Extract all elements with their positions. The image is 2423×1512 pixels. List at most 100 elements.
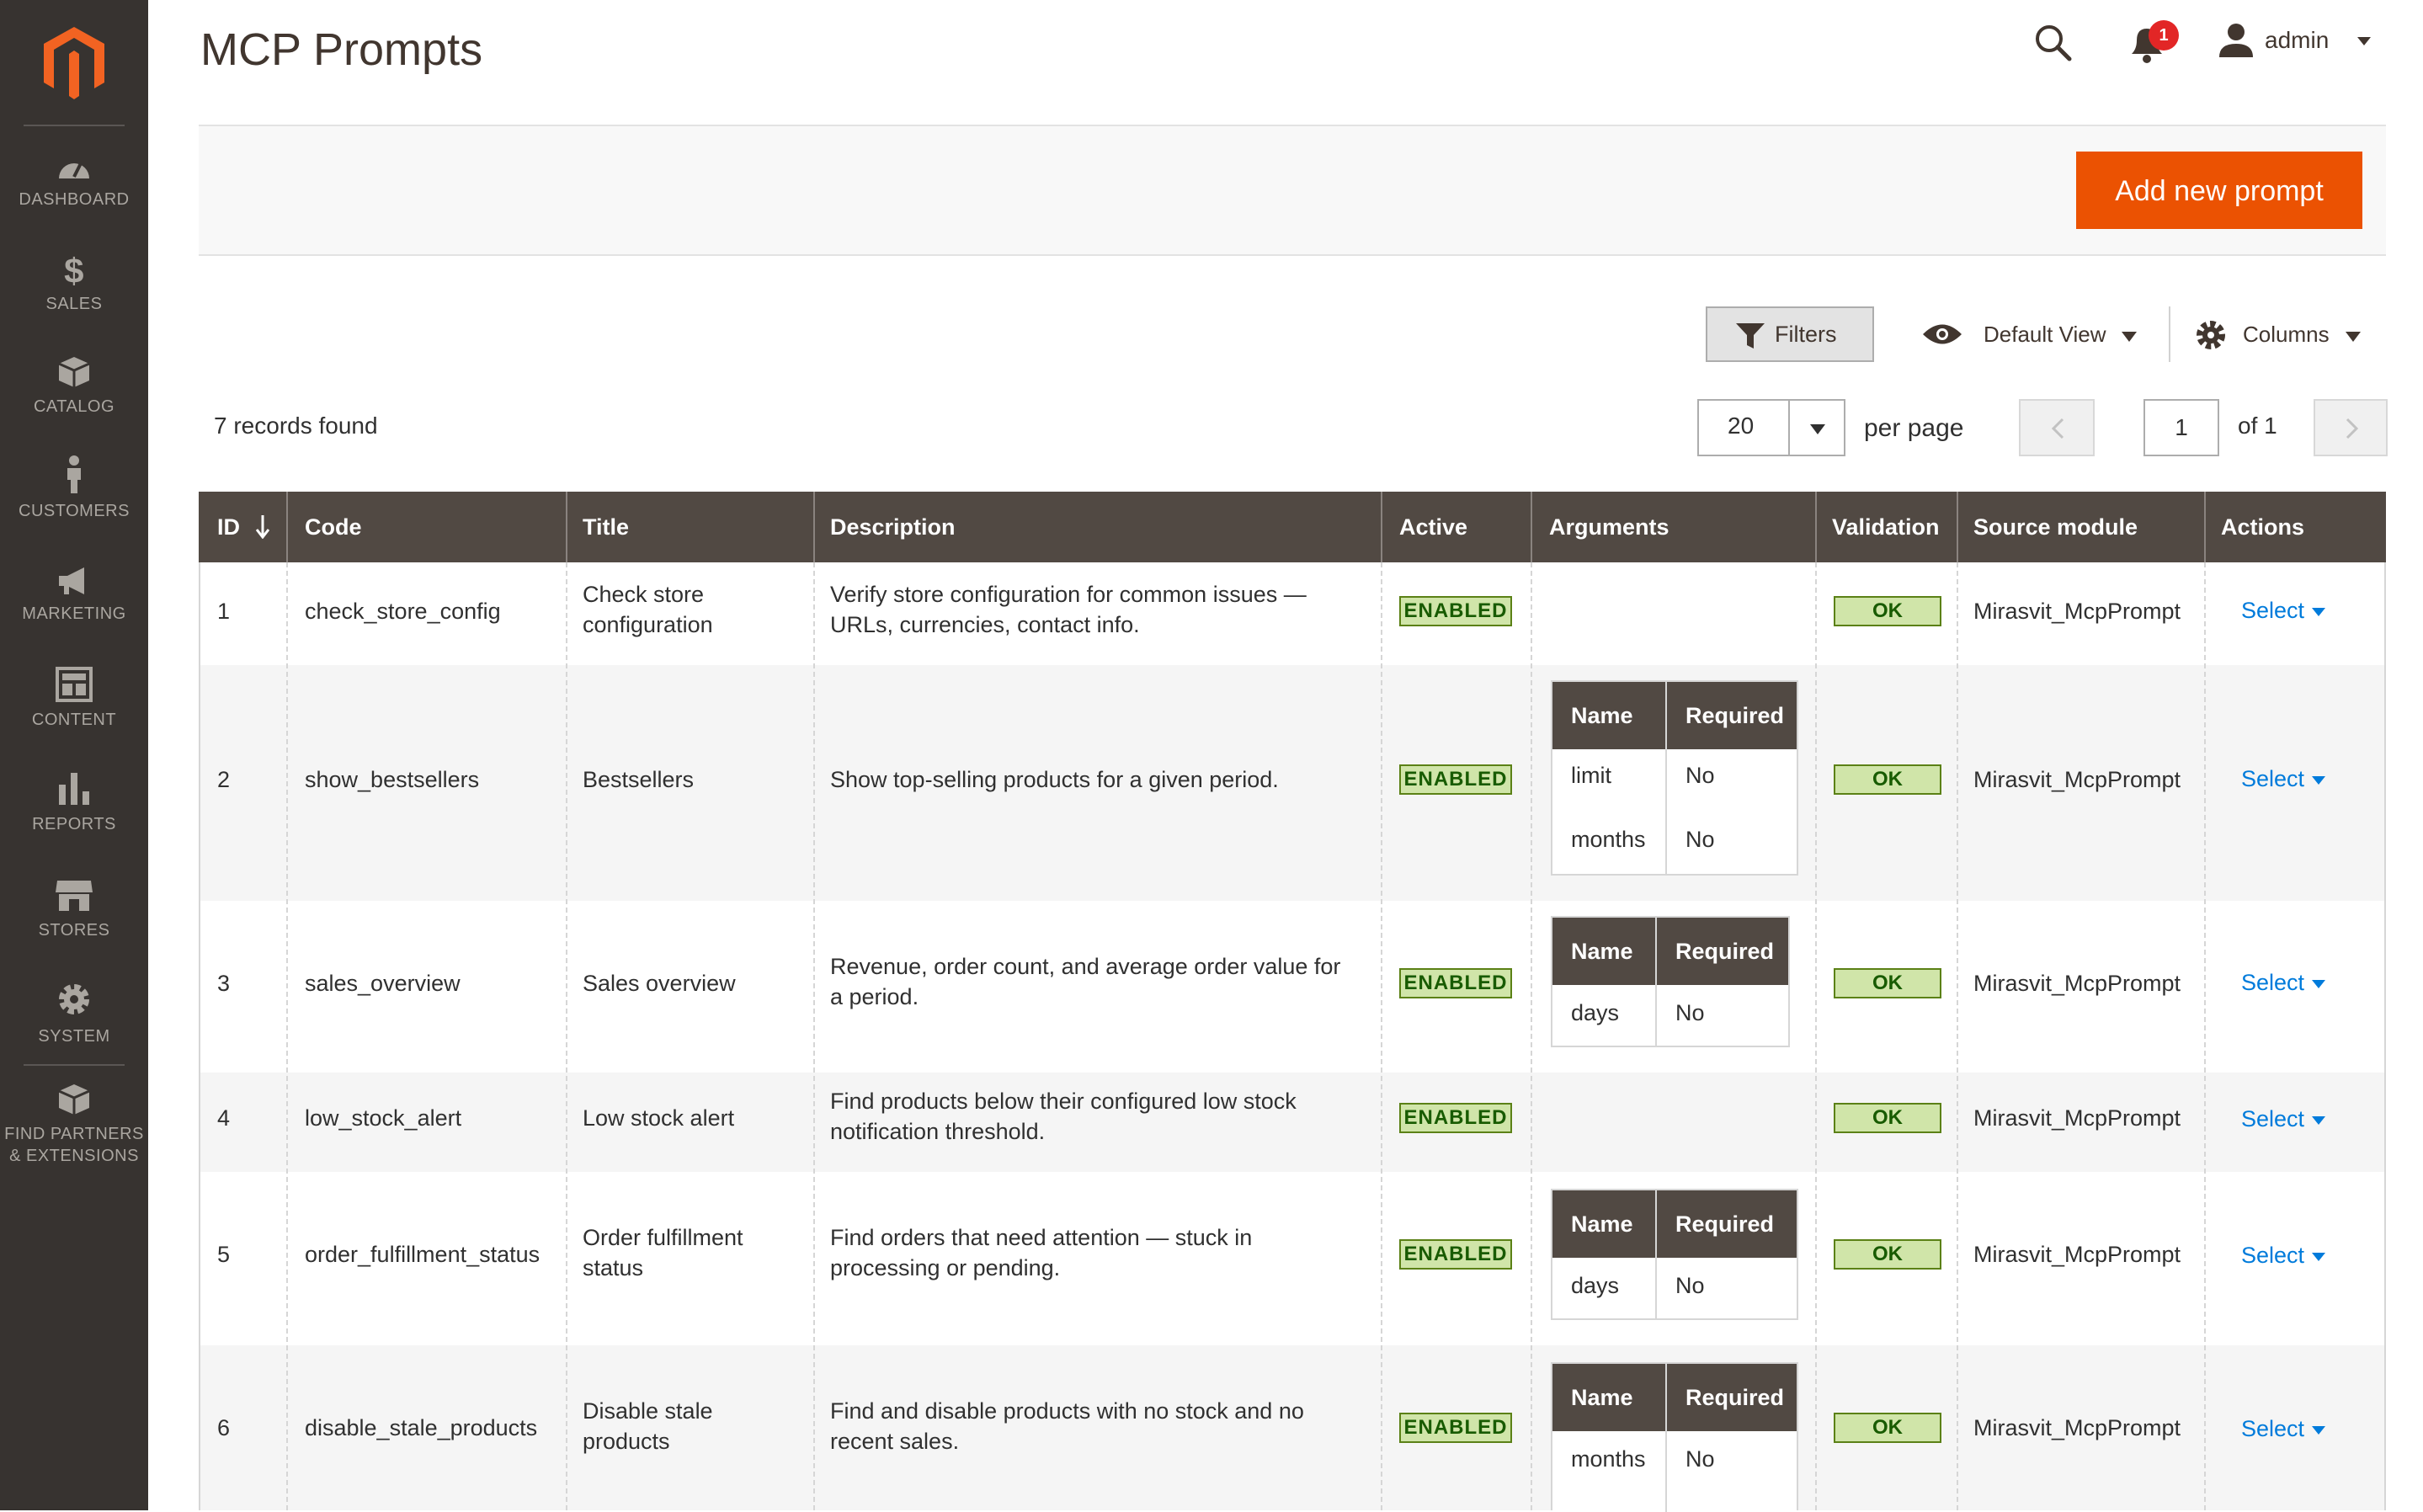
sidebar-item-label: SALES xyxy=(45,295,103,313)
cell-source-module: Mirasvit_McpPrompt xyxy=(1973,971,2181,996)
sidebar-item-label: & EXTENSIONS xyxy=(9,1147,139,1165)
arg-required: No xyxy=(1685,1446,1715,1472)
sidebar-item-customers[interactable]: CUSTOMERS xyxy=(0,455,148,522)
validation-badge: OK xyxy=(1834,968,1941,998)
gear-icon xyxy=(59,984,89,1014)
sidebar-item-stores[interactable]: STORES xyxy=(0,879,148,941)
per-page-value: 20 xyxy=(1728,413,1755,439)
arg-required: No xyxy=(1685,827,1715,852)
validation-badge: OK xyxy=(1834,1239,1941,1270)
row-action-select[interactable]: Select xyxy=(2241,1243,2304,1269)
column-header-description[interactable]: Description xyxy=(830,492,956,562)
search-icon[interactable] xyxy=(2032,22,2073,62)
page-total: of 1 xyxy=(2238,413,2277,439)
cell-title: Bestsellers xyxy=(583,767,695,792)
chevron-down-icon[interactable] xyxy=(2346,332,2361,342)
header-divider xyxy=(286,492,288,562)
magento-logo-icon[interactable] xyxy=(40,25,108,101)
header-divider xyxy=(566,492,567,562)
header-divider xyxy=(813,492,815,562)
arg-required: No xyxy=(1675,1273,1705,1298)
cell-code: check_store_config xyxy=(305,599,501,624)
cell-source-module: Mirasvit_McpPrompt xyxy=(1973,767,2181,792)
arg-column-divider xyxy=(1655,918,1657,1046)
cell-description: notification threshold. xyxy=(830,1119,1046,1144)
chevron-down-icon[interactable] xyxy=(2312,608,2325,616)
cell-title: Order fulfillment xyxy=(583,1225,743,1250)
default-view-dropdown[interactable]: Default View xyxy=(1984,322,2106,348)
notification-count-badge: 1 xyxy=(2149,20,2179,51)
arg-header-required: Required xyxy=(1685,703,1785,728)
add-new-prompt-button[interactable]: Add new prompt xyxy=(2076,152,2362,229)
grid-border xyxy=(199,562,200,1510)
filters-label: Filters xyxy=(1775,322,1837,347)
column-header-active[interactable]: Active xyxy=(1399,492,1467,562)
validation-badge: OK xyxy=(1834,596,1941,626)
cell-description: Show top-selling products for a given pe… xyxy=(830,767,1279,792)
sort-arrow-down-icon[interactable] xyxy=(256,515,269,539)
previous-page-button[interactable] xyxy=(2019,399,2095,456)
cell-description: Find orders that need attention — stuck … xyxy=(830,1225,1253,1250)
user-menu-name[interactable]: admin xyxy=(2265,27,2329,54)
sidebar-divider xyxy=(24,125,125,126)
cell-source-module: Mirasvit_McpPrompt xyxy=(1973,1242,2181,1267)
sidebar-item-system[interactable]: SYSTEM xyxy=(0,980,148,1047)
column-divider xyxy=(2204,562,2206,1510)
validation-badge: OK xyxy=(1834,764,1941,795)
admin-sidebar: DASHBOARD $ SALES CATALOG CUSTOMERS MARK… xyxy=(0,0,148,1510)
column-header-code[interactable]: Code xyxy=(305,492,362,562)
row-action-select[interactable]: Select xyxy=(2241,1416,2304,1442)
sidebar-item-dashboard[interactable]: DASHBOARD xyxy=(0,152,148,210)
chevron-down-icon[interactable] xyxy=(2312,1116,2325,1125)
chevron-down-icon[interactable] xyxy=(2122,332,2137,342)
status-badge: ENABLED xyxy=(1399,1413,1512,1443)
cell-description: Find products below their configured low… xyxy=(830,1089,1297,1114)
sidebar-item-sales[interactable]: $ SALES xyxy=(0,253,148,315)
filters-button[interactable]: Filters xyxy=(1706,306,1874,362)
sidebar-item-label: MARKETING xyxy=(22,604,126,623)
column-header-id[interactable]: ID xyxy=(217,492,240,562)
storefront-icon xyxy=(56,881,93,911)
arguments-table: Name Required limit No months No xyxy=(1551,680,1798,876)
gear-icon[interactable] xyxy=(2194,318,2228,352)
svg-text:$: $ xyxy=(64,253,84,286)
header-divider xyxy=(1531,492,1532,562)
toolbar-divider xyxy=(2169,306,2170,362)
sidebar-item-partners[interactable]: FIND PARTNERS & EXTENSIONS xyxy=(0,1083,148,1167)
chevron-down-icon[interactable] xyxy=(2312,776,2325,785)
next-page-button[interactable] xyxy=(2314,399,2388,456)
eye-icon[interactable] xyxy=(1921,322,1963,347)
arg-required: No xyxy=(1675,1000,1705,1025)
row-action-select[interactable]: Select xyxy=(2241,766,2304,792)
chevron-down-icon[interactable] xyxy=(2312,1253,2325,1261)
chevron-left-icon xyxy=(2051,418,2064,439)
columns-dropdown[interactable]: Columns xyxy=(2243,322,2330,348)
arg-column-divider xyxy=(1665,682,1667,874)
page-number-input[interactable]: 1 xyxy=(2143,399,2219,456)
chevron-down-icon[interactable] xyxy=(2312,1426,2325,1435)
cell-title: configuration xyxy=(583,612,713,637)
row-action-select[interactable]: Select xyxy=(2241,1106,2304,1132)
sidebar-item-marketing[interactable]: MARKETING xyxy=(0,566,148,625)
cell-id: 3 xyxy=(217,971,231,996)
per-page-label: per page xyxy=(1864,414,1964,442)
sidebar-item-reports[interactable]: REPORTS xyxy=(0,771,148,835)
column-header-source-module[interactable]: Source module xyxy=(1973,492,2138,562)
chevron-down-icon[interactable] xyxy=(2312,980,2325,988)
dashboard-icon xyxy=(59,162,89,178)
per-page-toggle-button[interactable] xyxy=(1788,399,1845,456)
arg-column-divider xyxy=(1665,1364,1667,1512)
sidebar-item-content[interactable]: CONTENT xyxy=(0,667,148,731)
arg-name: days xyxy=(1571,1273,1620,1298)
user-icon[interactable] xyxy=(2216,20,2256,61)
records-found: 7 records found xyxy=(214,413,378,439)
row-action-select[interactable]: Select xyxy=(2241,598,2304,624)
row-action-select[interactable]: Select xyxy=(2241,970,2304,996)
chevron-down-icon[interactable] xyxy=(2357,37,2371,45)
column-header-arguments[interactable]: Arguments xyxy=(1549,492,1669,562)
column-header-title[interactable]: Title xyxy=(583,492,629,562)
header-divider xyxy=(1381,492,1382,562)
arg-header-required: Required xyxy=(1675,939,1775,964)
column-header-validation[interactable]: Validation xyxy=(1832,492,1940,562)
sidebar-item-catalog[interactable]: CATALOG xyxy=(0,355,148,418)
